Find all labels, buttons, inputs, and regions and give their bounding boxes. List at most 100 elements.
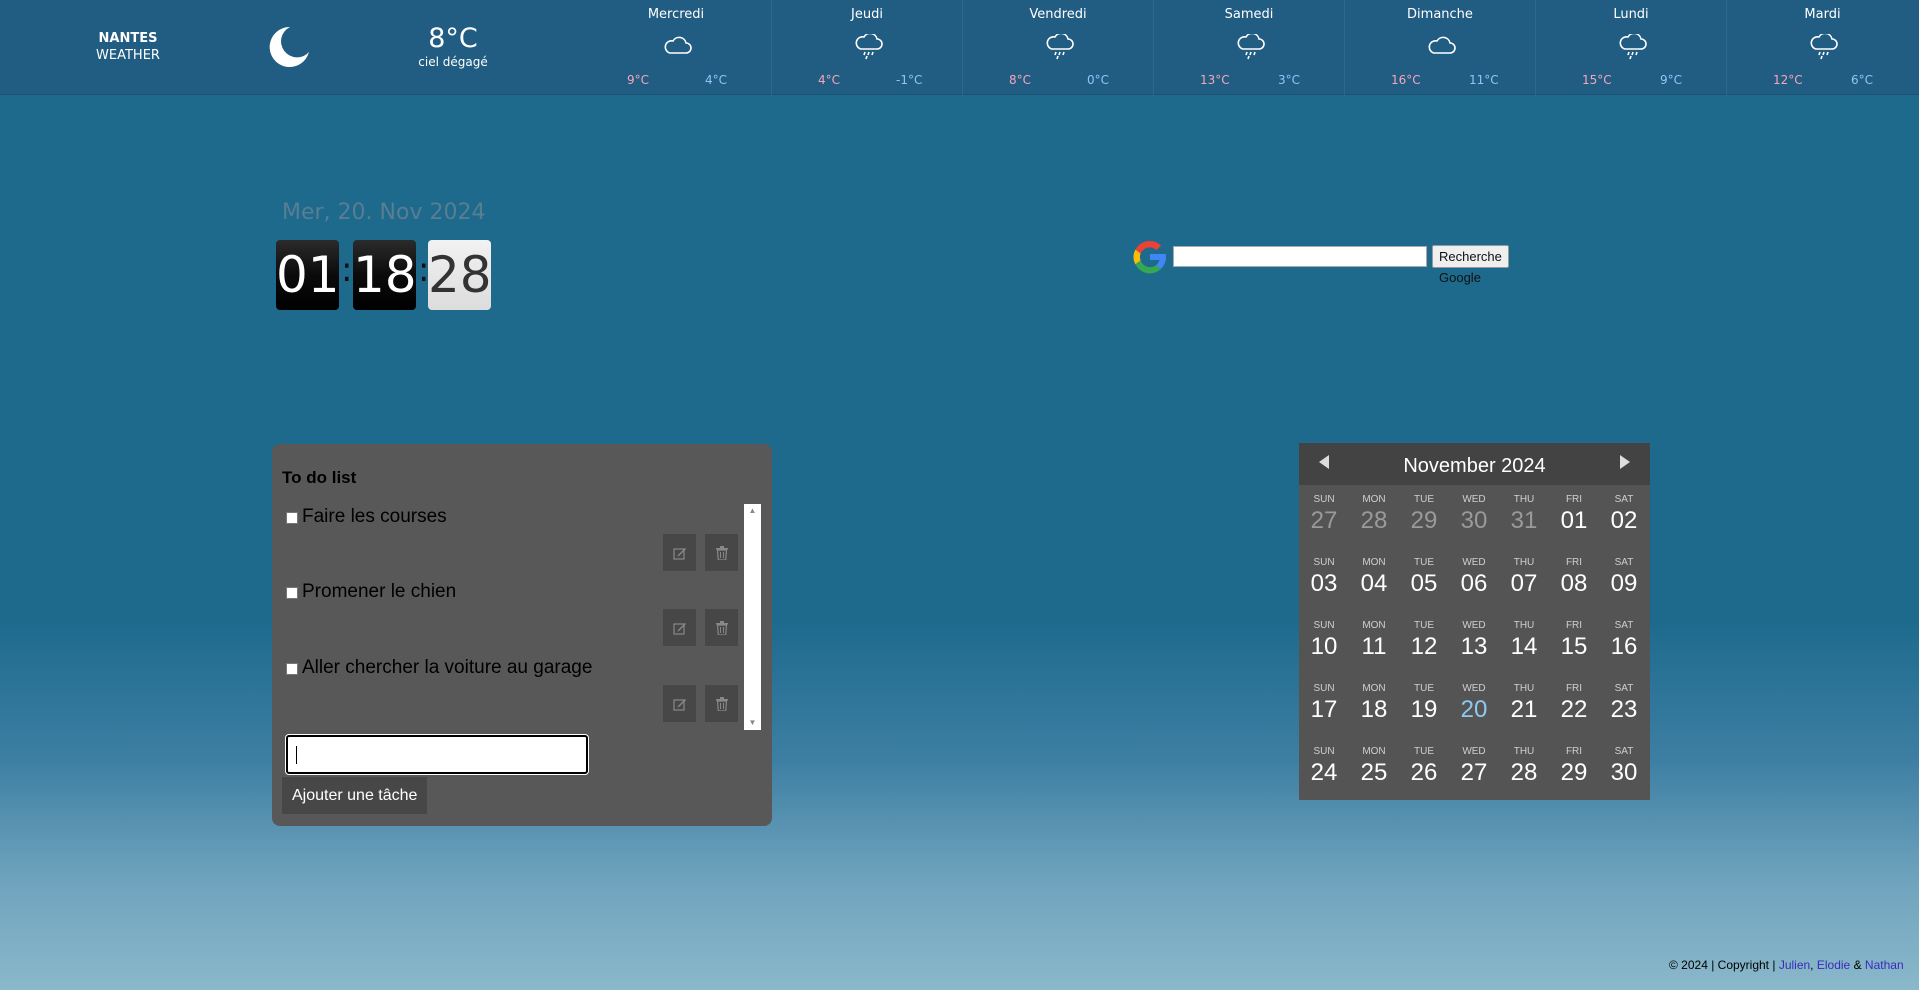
calendar-day[interactable]: FRI 01 — [1549, 494, 1599, 554]
calendar-day-number: 25 — [1360, 759, 1388, 786]
add-task-button[interactable]: Ajouter une tâche — [282, 777, 428, 814]
calendar-day[interactable]: SUN 10 — [1299, 620, 1349, 680]
forecast-max: 12°C — [1773, 73, 1803, 87]
calendar-day[interactable]: MON 04 — [1349, 557, 1399, 617]
current-temp: 8°C — [428, 23, 478, 54]
calendar-day-number: 12 — [1410, 633, 1438, 660]
scroll-up-icon[interactable]: ▲ — [744, 504, 761, 518]
forecast-day-name: Dimanche — [1407, 7, 1473, 22]
calendar-weekday: FRI — [1565, 557, 1583, 568]
calendar-day[interactable]: THU 14 — [1499, 620, 1549, 680]
calendar-weekday: THU — [1513, 557, 1535, 568]
calendar-weekday: THU — [1513, 494, 1535, 505]
calendar-day[interactable]: MON 11 — [1349, 620, 1399, 680]
calendar-day[interactable]: SAT 16 — [1599, 620, 1649, 680]
author-link[interactable]: Nathan — [1865, 958, 1904, 972]
calendar-day[interactable]: WED 20 — [1449, 683, 1499, 743]
forecast-max: 16°C — [1391, 73, 1421, 87]
rain-cloud-icon — [1046, 34, 1074, 60]
calendar-day[interactable]: SUN 24 — [1299, 746, 1349, 806]
footer: © 2024 | Copyright | Julien, Elodie & Na… — [1669, 958, 1904, 972]
calendar-day[interactable]: SAT 23 — [1599, 683, 1649, 743]
calendar-day[interactable]: MON 18 — [1349, 683, 1399, 743]
forecast-day: Vendredi 8°C 0°C — [963, 0, 1154, 95]
trash-icon — [715, 696, 728, 711]
calendar-weekday: TUE — [1414, 620, 1434, 631]
calendar-day-number: 23 — [1610, 696, 1638, 723]
next-month-icon[interactable] — [1620, 455, 1630, 469]
todo-checkbox[interactable] — [286, 512, 298, 524]
clock-seconds: 28 — [428, 240, 492, 310]
calendar-day-number: 17 — [1310, 696, 1338, 723]
calendar-day-number: 26 — [1410, 759, 1438, 786]
calendar-day[interactable]: MON 25 — [1349, 746, 1399, 806]
calendar-day-number: 11 — [1361, 633, 1387, 660]
todo-checkbox[interactable] — [286, 587, 298, 599]
forecast-min: 3°C — [1278, 73, 1301, 87]
author-and: & — [1853, 958, 1862, 972]
calendar-day[interactable]: THU 31 — [1499, 494, 1549, 554]
calendar-day[interactable]: WED 27 — [1449, 746, 1499, 806]
calendar-day-number: 15 — [1560, 633, 1588, 660]
forecast-day-name: Vendredi — [1029, 7, 1087, 22]
calendar-day[interactable]: THU 28 — [1499, 746, 1549, 806]
calendar-day[interactable]: TUE 29 — [1399, 494, 1449, 554]
delete-button[interactable] — [705, 609, 738, 646]
calendar-day-number: 28 — [1360, 507, 1388, 534]
calendar-weekday: FRI — [1565, 494, 1583, 505]
calendar-day[interactable]: THU 21 — [1499, 683, 1549, 743]
todo-input[interactable] — [286, 735, 588, 774]
calendar-day[interactable]: FRI 15 — [1549, 620, 1599, 680]
forecast-day: Mercredi 9°C 4°C — [581, 0, 772, 95]
calendar-weekday: MON — [1362, 494, 1386, 505]
calendar-day-number: 29 — [1560, 759, 1588, 786]
todo-title: To do list — [282, 468, 357, 487]
calendar-day[interactable]: WED 06 — [1449, 557, 1499, 617]
google-search-button[interactable]: Recherche Google — [1432, 245, 1509, 285]
edit-button[interactable] — [663, 685, 696, 722]
scroll-down-icon[interactable]: ▼ — [744, 716, 761, 730]
calendar-day-number: 13 — [1460, 633, 1488, 660]
forecast-day-name: Jeudi — [851, 7, 883, 22]
calendar-weekday: WED — [1462, 620, 1486, 631]
calendar-day[interactable]: TUE 05 — [1399, 557, 1449, 617]
calendar-header: November 2024 — [1299, 443, 1650, 485]
todo-item: Aller chercher la voiture au garage — [282, 655, 742, 730]
calendar-day[interactable]: FRI 29 — [1549, 746, 1599, 806]
forecast-day: Samedi 13°C 3°C — [1154, 0, 1345, 95]
calendar-day[interactable]: TUE 26 — [1399, 746, 1449, 806]
calendar-day[interactable]: WED 13 — [1449, 620, 1499, 680]
todo-text: Aller chercher la voiture au garage — [302, 657, 593, 678]
delete-button[interactable] — [705, 685, 738, 722]
calendar-day[interactable]: THU 07 — [1499, 557, 1549, 617]
calendar-day[interactable]: SAT 02 — [1599, 494, 1649, 554]
calendar-day[interactable]: MON 28 — [1349, 494, 1399, 554]
calendar-title: November 2024 — [1403, 455, 1546, 477]
google-search-input[interactable] — [1173, 246, 1427, 267]
calendar-day[interactable]: SUN 27 — [1299, 494, 1349, 554]
trash-icon — [715, 620, 728, 635]
calendar-weekday: SUN — [1313, 557, 1335, 568]
author-link[interactable]: Julien — [1779, 958, 1810, 972]
calendar-day[interactable]: TUE 19 — [1399, 683, 1449, 743]
clock-minutes: 18 — [353, 240, 417, 310]
todo-checkbox[interactable] — [286, 663, 298, 675]
todo-scrollbar[interactable]: ▲ ▼ — [744, 504, 761, 730]
calendar-day-number: 03 — [1310, 570, 1338, 597]
calendar-day[interactable]: TUE 12 — [1399, 620, 1449, 680]
edit-button[interactable] — [663, 609, 696, 646]
edit-button[interactable] — [663, 534, 696, 571]
calendar-day[interactable]: FRI 08 — [1549, 557, 1599, 617]
calendar-day[interactable]: SAT 30 — [1599, 746, 1649, 806]
calendar-day-number: 10 — [1310, 633, 1338, 660]
calendar-day[interactable]: SUN 17 — [1299, 683, 1349, 743]
calendar-weekday: SAT — [1614, 746, 1634, 757]
delete-button[interactable] — [705, 534, 738, 571]
calendar-day[interactable]: WED 30 — [1449, 494, 1499, 554]
forecast-min: 9°C — [1660, 73, 1683, 87]
author-link[interactable]: Elodie — [1817, 958, 1850, 972]
calendar-day[interactable]: FRI 22 — [1549, 683, 1599, 743]
calendar-day[interactable]: SAT 09 — [1599, 557, 1649, 617]
calendar-day[interactable]: SUN 03 — [1299, 557, 1349, 617]
calendar-day-number: 24 — [1310, 759, 1338, 786]
